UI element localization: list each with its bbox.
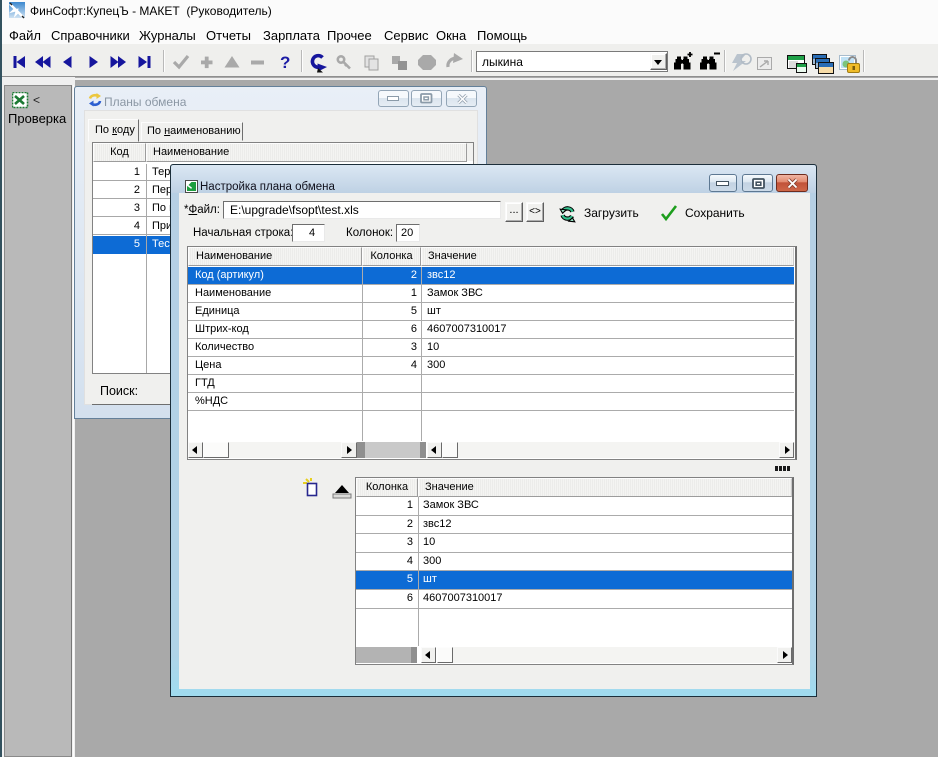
svg-text:?: ?: [280, 53, 290, 72]
